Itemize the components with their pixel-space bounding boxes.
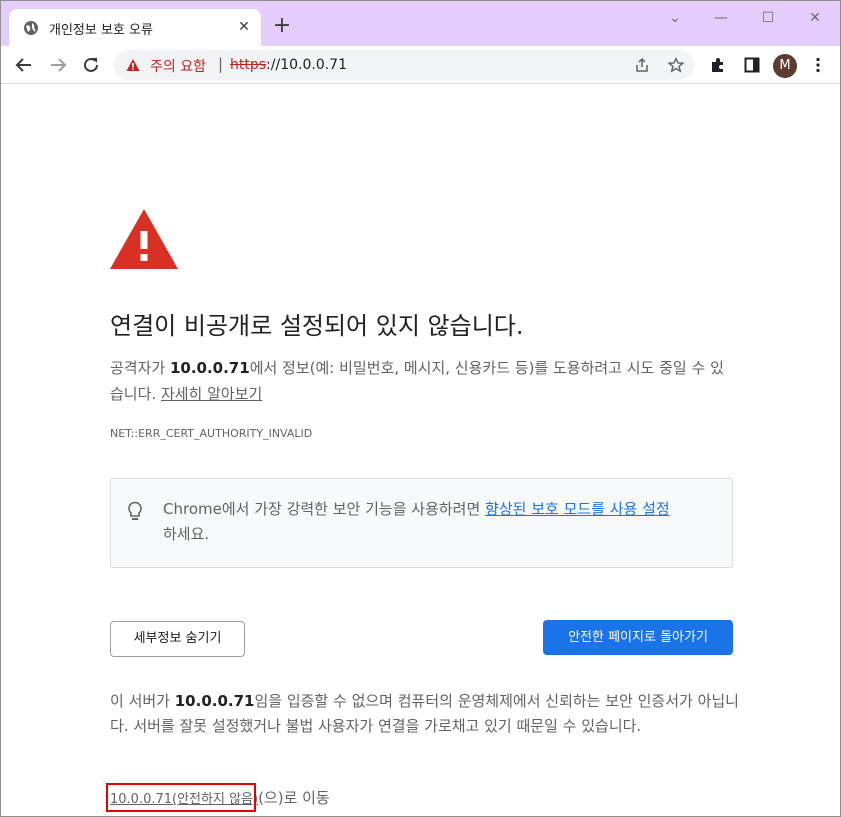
- page-heading: 연결이 비공개로 설정되어 있지 않습니다.: [110, 312, 524, 340]
- more-menu-icon: [816, 57, 820, 73]
- security-status-label[interactable]: 주의 요함: [150, 56, 206, 76]
- globe-icon: [24, 21, 38, 35]
- hide-details-button[interactable]: 세부정보 숨기기: [110, 621, 245, 657]
- para1-prefix: 공격자가: [110, 359, 170, 377]
- maximize-button[interactable]: ☐: [745, 5, 791, 31]
- explanation-paragraph: 공격자가 10.0.0.71에서 정보(예: 비밀번호, 메시지, 신용카드 등…: [110, 355, 730, 407]
- hint-prefix: Chrome에서 가장 강력한 보안 기능을 사용하려면: [163, 500, 486, 518]
- details-paragraph: 이 서버가 10.0.0.71임을 입증할 수 없으며 컴퓨터의 운영체제에서 …: [110, 689, 740, 739]
- forward-arrow-icon: [51, 58, 67, 72]
- reload-button[interactable]: [78, 52, 104, 78]
- extensions-icon: [712, 58, 723, 72]
- para2-prefix: 이 서버가: [110, 692, 175, 710]
- star-icon[interactable]: [668, 57, 684, 73]
- toolbar: 주의 요함 | https://10.0.0.71 M: [1, 46, 840, 84]
- tab-privacy-error[interactable]: 개인정보 보호 오류 ✕: [9, 9, 261, 46]
- tab-title: 개인정보 보호 오류: [49, 23, 153, 38]
- large-warning-icon: [110, 209, 178, 269]
- browser-window: 개인정보 보호 오류 ✕ + ⌄ — ☐ ✕ 주의 요함 | https://1…: [0, 0, 841, 817]
- side-panel-icon: [744, 57, 760, 73]
- omnibox[interactable]: 주의 요함 | https://10.0.0.71: [114, 50, 694, 80]
- close-window-button[interactable]: ✕: [792, 5, 838, 31]
- para2-host: 10.0.0.71: [174, 692, 255, 710]
- forward-button[interactable]: [45, 52, 71, 78]
- error-code[interactable]: NET::ERR_CERT_AUTHORITY_INVALID: [110, 427, 312, 440]
- reload-icon: [84, 57, 98, 72]
- learn-more-link[interactable]: 자세히 알아보기: [161, 385, 262, 403]
- profile-avatar[interactable]: M: [773, 54, 797, 78]
- para1-host: 10.0.0.71: [169, 359, 250, 377]
- warning-triangle-icon[interactable]: [126, 58, 140, 72]
- omnibox-separator: |: [218, 55, 224, 73]
- highlight-box: [106, 783, 256, 812]
- side-panel-button[interactable]: [739, 52, 765, 78]
- back-button[interactable]: [11, 52, 37, 78]
- tab-strip: 개인정보 보호 오류 ✕ + ⌄ — ☐ ✕: [1, 1, 840, 46]
- url-text[interactable]: https://10.0.0.71: [230, 57, 347, 73]
- enhanced-protection-hint: Chrome에서 가장 강력한 보안 기능을 사용하려면 향상된 보호 모드를 …: [110, 478, 733, 568]
- url-scheme: https: [230, 57, 267, 73]
- lightbulb-icon: [128, 501, 142, 520]
- back-to-safety-button[interactable]: 안전한 페이지로 돌아가기: [543, 620, 733, 655]
- url-host: ://10.0.0.71: [266, 57, 347, 73]
- extensions-button[interactable]: [705, 52, 731, 78]
- proceed-suffix: (으)로 이동: [258, 789, 330, 807]
- tab-close-icon[interactable]: ✕: [235, 18, 253, 36]
- back-arrow-icon: [15, 58, 31, 72]
- interstitial-page: 연결이 비공개로 설정되어 있지 않습니다. 공격자가 10.0.0.71에서 …: [1, 84, 840, 816]
- tab-search-icon[interactable]: ⌄: [652, 5, 698, 31]
- hint-text: Chrome에서 가장 강력한 보안 기능을 사용하려면 향상된 보호 모드를 …: [163, 497, 723, 547]
- enhanced-protection-link[interactable]: 향상된 보호 모드를 사용 설정: [485, 500, 670, 518]
- more-menu-button[interactable]: [805, 52, 831, 78]
- minimize-button[interactable]: —: [698, 5, 744, 31]
- share-icon[interactable]: [634, 57, 650, 73]
- new-tab-button[interactable]: +: [271, 15, 293, 38]
- hint-suffix: 하세요.: [163, 525, 210, 543]
